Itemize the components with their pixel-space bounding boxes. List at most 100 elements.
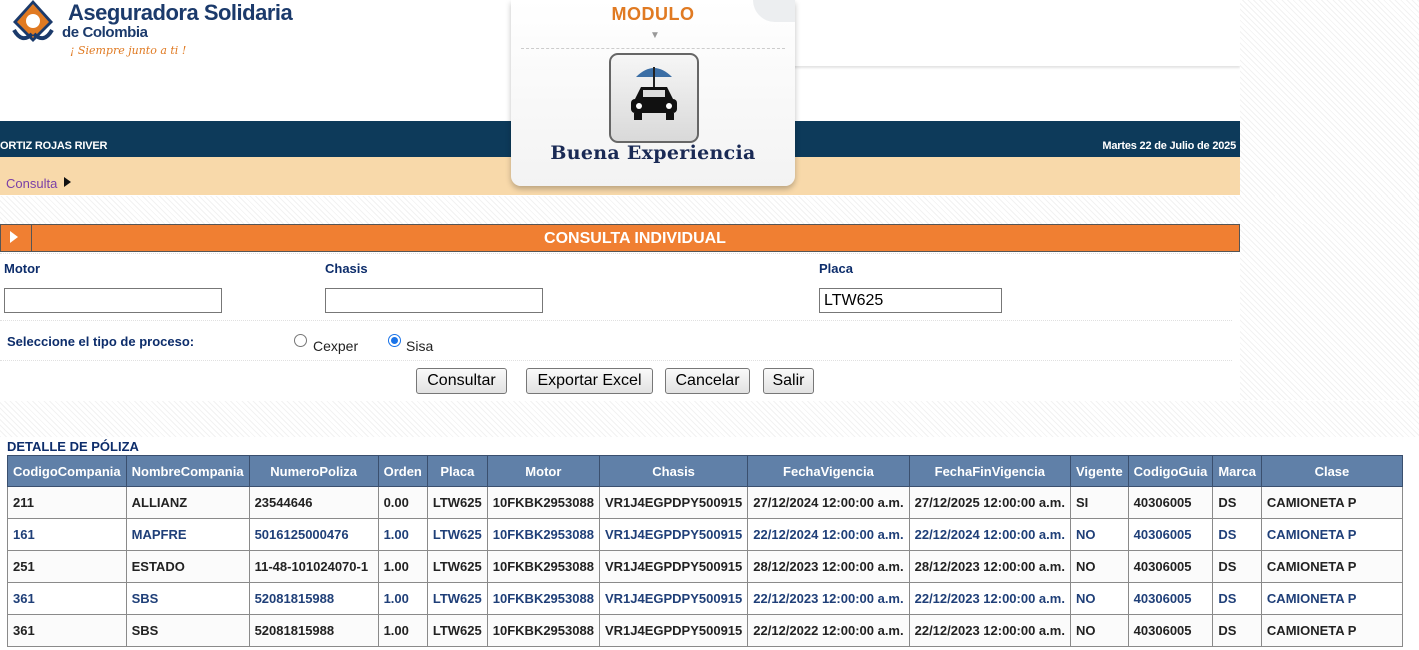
column-header: Vigente bbox=[1069, 455, 1129, 487]
table-row[interactable]: 251 ESTADO 11-48-101024070-1 1.00 LTW625 10FK… bbox=[7, 550, 1403, 583]
table-cell: 40306005 bbox=[1127, 614, 1214, 647]
exportar-excel-button[interactable]: Exportar Excel bbox=[526, 368, 653, 394]
company-logo[interactable]: Aseguradora Solidaria de Colombia ¡ Siem… bbox=[6, 0, 293, 70]
table-cell: 251 bbox=[7, 550, 127, 583]
proceso-label: Seleccione el tipo de proceso: bbox=[7, 334, 195, 349]
column-header: FechaVigencia bbox=[747, 455, 910, 487]
current-date: Martes 22 de Julio de 2025 bbox=[1102, 140, 1236, 152]
table-row[interactable]: 211 ALLIANZ 23544646 0.00 LTW625 10FKBK295308… bbox=[7, 486, 1403, 519]
breadcrumb-arrow-icon bbox=[64, 177, 71, 187]
table-cell: LTW625 bbox=[426, 550, 488, 583]
logo-text: Aseguradora Solidaria bbox=[68, 0, 293, 25]
poliza-table: CodigoCompania NombreCompania NumeroPoli… bbox=[7, 455, 1403, 647]
divider bbox=[0, 320, 1232, 321]
consultar-button[interactable]: Consultar bbox=[416, 368, 507, 394]
table-cell: VR1J4EGPDPY500915 bbox=[598, 518, 749, 551]
car-umbrella-icon bbox=[609, 53, 699, 143]
column-header: NumeroPoliza bbox=[248, 455, 379, 487]
table-cell: CAMIONETA P bbox=[1260, 518, 1403, 551]
sisa-radio[interactable] bbox=[388, 334, 401, 347]
table-cell: DS bbox=[1212, 550, 1262, 583]
table-cell: 10FKBK2953088 bbox=[486, 614, 600, 647]
table-cell: 27/12/2024 12:00:00 a.m. bbox=[747, 486, 910, 519]
table-cell: LTW625 bbox=[426, 518, 488, 551]
consulta-header-bar: CONSULTA INDIVIDUAL bbox=[0, 224, 1240, 252]
table-cell: 1.00 bbox=[377, 582, 428, 615]
header-panel bbox=[760, 0, 1240, 66]
divider bbox=[0, 253, 1232, 254]
table-cell: CAMIONETA P bbox=[1260, 486, 1403, 519]
salir-button[interactable]: Salir bbox=[763, 368, 814, 394]
table-cell: ESTADO bbox=[125, 550, 250, 583]
chasis-label: Chasis bbox=[325, 261, 368, 276]
logo-emblem-icon bbox=[12, 0, 54, 42]
table-cell: LTW625 bbox=[426, 582, 488, 615]
motor-label: Motor bbox=[4, 261, 41, 276]
table-cell: 10FKBK2953088 bbox=[486, 582, 600, 615]
module-title: MODULO bbox=[611, 4, 695, 24]
table-cell: 161 bbox=[7, 518, 127, 551]
column-header: Chasis bbox=[598, 455, 749, 487]
table-cell: 10FKBK2953088 bbox=[486, 518, 600, 551]
module-card[interactable]: MODULO ▼ Buena Experiencia bbox=[511, 0, 795, 186]
table-cell: NO bbox=[1069, 550, 1129, 583]
table-cell: 40306005 bbox=[1127, 518, 1214, 551]
cancelar-button[interactable]: Cancelar bbox=[665, 368, 750, 394]
table-cell: 5016125000476 bbox=[248, 518, 379, 551]
table-cell: 40306005 bbox=[1127, 582, 1214, 615]
table-cell: 40306005 bbox=[1127, 486, 1214, 519]
table-cell: 52081815988 bbox=[248, 582, 379, 615]
table-cell: 52081815988 bbox=[248, 614, 379, 647]
breadcrumb-consulta[interactable]: Consulta bbox=[6, 176, 57, 191]
expand-arrow-icon[interactable] bbox=[1, 225, 32, 251]
placa-input[interactable] bbox=[819, 288, 1002, 313]
divider bbox=[521, 48, 785, 49]
column-header: NombreCompania bbox=[125, 455, 250, 487]
table-cell: MAPFRE bbox=[125, 518, 250, 551]
table-cell: NO bbox=[1069, 518, 1129, 551]
table-cell: 40306005 bbox=[1127, 550, 1214, 583]
table-cell: CAMIONETA P bbox=[1260, 582, 1403, 615]
cexper-radio[interactable] bbox=[294, 334, 307, 347]
table-cell: 22/12/2023 12:00:00 a.m. bbox=[747, 582, 910, 615]
table-cell: SI bbox=[1069, 486, 1129, 519]
table-cell: CAMIONETA P bbox=[1260, 614, 1403, 647]
table-cell: 10FKBK2953088 bbox=[486, 550, 600, 583]
column-header: FechaFinVigencia bbox=[908, 455, 1071, 487]
table-header-row: CodigoCompania NombreCompania NumeroPoli… bbox=[7, 455, 1403, 487]
table-cell: 0.00 bbox=[377, 486, 428, 519]
table-cell: 22/12/2023 12:00:00 a.m. bbox=[908, 582, 1071, 615]
column-header: Clase bbox=[1260, 455, 1403, 487]
column-header: Motor bbox=[486, 455, 600, 487]
table-cell: LTW625 bbox=[426, 486, 488, 519]
table-row[interactable]: 361 SBS 52081815988 1.00 LTW625 10FKBK2953088… bbox=[7, 614, 1403, 647]
table-cell: 10FKBK2953088 bbox=[486, 486, 600, 519]
table-cell: 28/12/2023 12:00:00 a.m. bbox=[747, 550, 910, 583]
table-cell: VR1J4EGPDPY500915 bbox=[598, 550, 749, 583]
table-cell: VR1J4EGPDPY500915 bbox=[598, 486, 749, 519]
column-header: CodigoCompania bbox=[7, 455, 127, 487]
column-header: CodigoGuia bbox=[1127, 455, 1214, 487]
table-row[interactable]: 361 SBS 52081815988 1.00 LTW625 10FKBK2953088… bbox=[7, 582, 1403, 615]
table-cell: 1.00 bbox=[377, 518, 428, 551]
table-cell: 361 bbox=[7, 582, 127, 615]
placa-label: Placa bbox=[819, 261, 853, 276]
table-cell: SBS bbox=[125, 614, 250, 647]
table-cell: 1.00 bbox=[377, 550, 428, 583]
table-cell: DS bbox=[1212, 486, 1262, 519]
motor-input[interactable] bbox=[4, 288, 222, 313]
module-label: Buena Experiencia bbox=[550, 142, 756, 164]
user-name: ORTIZ ROJAS RIVER bbox=[0, 140, 108, 152]
table-cell: 22/12/2024 12:00:00 a.m. bbox=[908, 518, 1071, 551]
table-cell: 22/12/2022 12:00:00 a.m. bbox=[747, 614, 910, 647]
chasis-input[interactable] bbox=[325, 288, 543, 313]
column-header: Marca bbox=[1212, 455, 1262, 487]
column-header: Orden bbox=[377, 455, 428, 487]
table-cell: 27/12/2025 12:00:00 a.m. bbox=[908, 486, 1071, 519]
table-cell: NO bbox=[1069, 582, 1129, 615]
logo-subtext: de Colombia bbox=[62, 24, 148, 41]
table-cell: VR1J4EGPDPY500915 bbox=[598, 582, 749, 615]
logo-slogan: ¡ Siempre junto a ti ! bbox=[70, 44, 187, 57]
table-row[interactable]: 161 MAPFRE 5016125000476 1.00 LTW625 10FKBK29… bbox=[7, 518, 1403, 551]
sisa-radio-label: Sisa bbox=[406, 338, 434, 354]
